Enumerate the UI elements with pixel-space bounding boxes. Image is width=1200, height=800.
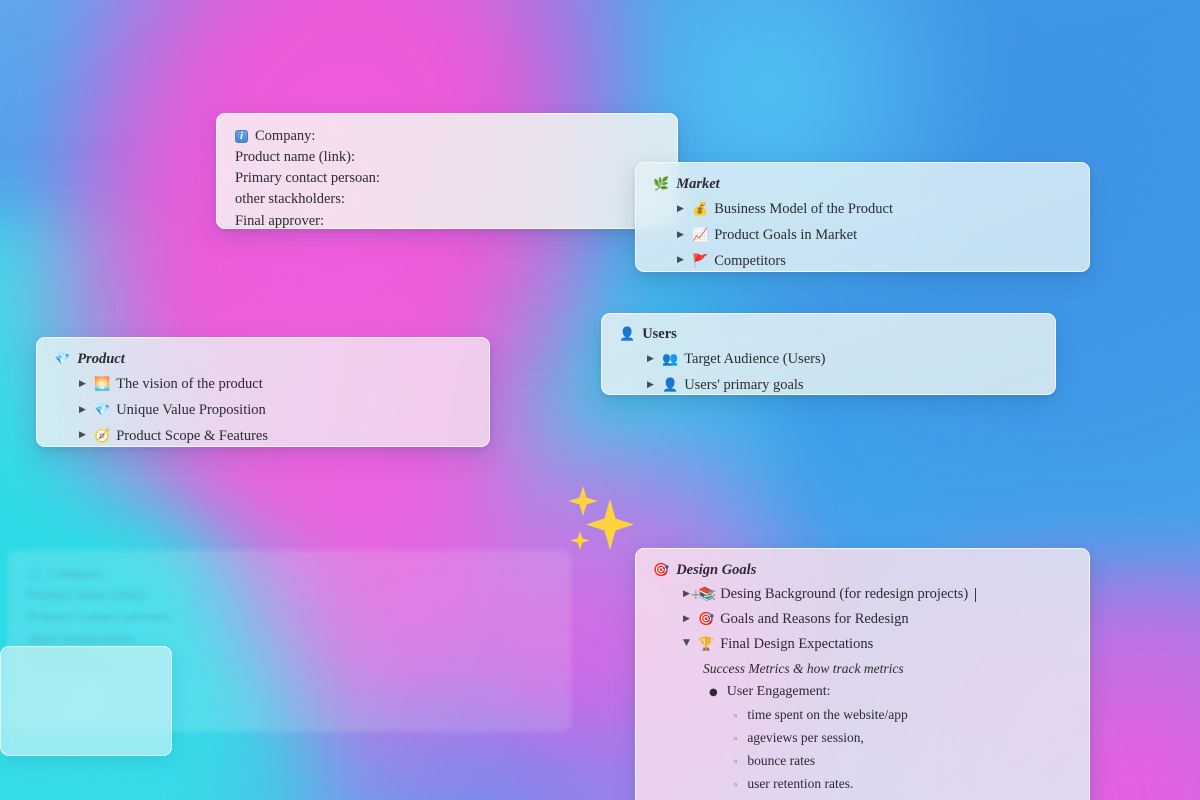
- hollow-bullet-icon: ◦: [733, 711, 739, 722]
- ghost-company-title-row: i Company:: [27, 565, 569, 583]
- gem-stone-icon: 💎: [54, 351, 71, 367]
- hollow-bullet-icon: ◦: [733, 757, 739, 768]
- company-line-stakeholders: other stackholders:: [235, 191, 345, 208]
- product-item-label: Unique Value Proposition: [116, 401, 266, 418]
- company-line-product-name: Product name (link):: [235, 148, 356, 165]
- bust-in-silhouette-icon: 👤: [662, 377, 679, 393]
- direct-hit-icon: 🎯: [653, 562, 670, 578]
- product-item-uvp[interactable]: ▶ 💎 Unique Value Proposition: [77, 401, 489, 420]
- bust-in-silhouette-icon: 👤: [619, 326, 636, 342]
- chevron-right-icon[interactable]: ▶: [645, 354, 656, 366]
- sparkles-icon: [568, 486, 634, 550]
- market-item-label: Business Model of the Product: [714, 201, 894, 218]
- chevron-right-icon[interactable]: ▶: [675, 255, 686, 267]
- users-item-target-audience[interactable]: ▶ 👥 Target Audience (Users): [645, 350, 1055, 369]
- chart-increasing-icon: 📈: [692, 227, 709, 243]
- company-line-final-approver: Final approver:: [235, 212, 324, 229]
- row-hover-controls: +: [690, 588, 715, 602]
- direct-hit-icon: 🎯: [698, 611, 715, 627]
- users-item-primary-goals[interactable]: ▶ 👤 Users' primary goals: [645, 376, 1055, 394]
- sunrise-icon: 🌅: [94, 377, 111, 393]
- triangular-flag-icon: 🚩: [692, 253, 709, 269]
- design-goals-item-goals-reasons[interactable]: ▶ 🎯 Goals and Reasons for Redesign: [681, 610, 1089, 629]
- users-item-label: Target Audience (Users): [684, 351, 826, 368]
- product-item-scope[interactable]: ▶ 🧭 Product Scope & Features: [77, 427, 489, 446]
- chevron-down-icon[interactable]: ▼: [681, 638, 692, 650]
- users-title: Users: [642, 326, 677, 342]
- bullet-icon: ●: [709, 686, 718, 698]
- ghost-company-line: Product name (link):: [27, 587, 148, 604]
- design-goals-item-label: Final Design Expectations: [720, 635, 874, 652]
- design-goals-title-row: 🎯 Design Goals: [653, 561, 1089, 579]
- market-item-label: Competitors: [714, 252, 786, 269]
- chevron-right-icon[interactable]: ▶: [645, 380, 656, 392]
- design-goals-subbullet-label: bounce rates: [747, 752, 816, 768]
- product-item-vision[interactable]: ▶ 🌅 The vision of the product: [77, 375, 489, 394]
- design-goals-subheading: Success Metrics & how track metrics: [703, 660, 904, 676]
- blank-placeholder-card[interactable]: [0, 646, 172, 756]
- design-goals-bullet: ● User Engagement:: [709, 684, 1089, 700]
- market-item-competitors[interactable]: ▶ 🚩 Competitors: [675, 252, 1089, 271]
- chevron-right-icon[interactable]: ▶: [675, 204, 686, 216]
- ghost-company-label: Company:: [47, 566, 108, 582]
- design-goals-item-final-expectations[interactable]: ▼ 🏆 Final Design Expectations: [681, 635, 1089, 654]
- design-goals-subbullet-label: time spent on the website/app: [747, 706, 908, 722]
- market-title-row: 🌿 Market: [653, 175, 1089, 193]
- chevron-right-icon[interactable]: ▶: [77, 430, 88, 442]
- information-source-icon: i: [27, 567, 40, 581]
- product-title: Product: [77, 351, 125, 367]
- company-title-row: i Company:: [235, 127, 677, 145]
- trophy-icon: 🏆: [698, 636, 715, 652]
- market-item-business-model[interactable]: ▶ 💰 Business Model of the Product: [675, 200, 1089, 219]
- company-card[interactable]: i Company: Product name (link): Primary …: [216, 113, 678, 229]
- design-goals-subbullet: ◦ bounce rates: [733, 753, 1089, 769]
- users-title-row: 👤 Users: [619, 325, 1055, 343]
- market-card[interactable]: 🌿 Market ▶ 💰 Business Model of the Produ…: [635, 162, 1090, 272]
- design-goals-subbullet-label: user retention rates.: [747, 775, 854, 791]
- moneybag-icon: 💰: [692, 202, 709, 218]
- product-item-label: Product Scope & Features: [116, 427, 269, 444]
- design-goals-item-label: Goals and Reasons for Redesign: [720, 610, 909, 627]
- market-item-product-goals[interactable]: ▶ 📈 Product Goals in Market: [675, 226, 1089, 245]
- design-goals-subbullet: ◦ time spent on the website/app: [733, 707, 1089, 723]
- company-label: Company:: [255, 128, 316, 144]
- ghost-company-line: Primary contact persoan:: [27, 608, 172, 625]
- design-goals-item-background[interactable]: + ▶ 📚 Desing Background (for redesign pr…: [681, 585, 1089, 604]
- design-goals-subbullet-label: ageviews per session,: [747, 729, 864, 745]
- product-card[interactable]: 💎 Product ▶ 🌅 The vision of the product …: [36, 337, 490, 447]
- design-goals-card[interactable]: 🎯 Design Goals + ▶ 📚 Desing Background (…: [635, 548, 1090, 800]
- chevron-right-icon[interactable]: ▶: [681, 614, 692, 626]
- add-block-icon[interactable]: +: [690, 588, 702, 602]
- users-item-label: Users' primary goals: [684, 376, 804, 393]
- gem-stone-icon: 💎: [94, 402, 111, 418]
- design-goals-subbullet: ◦ ageviews per session,: [733, 730, 1089, 746]
- herb-icon: 🌿: [653, 176, 670, 192]
- market-title: Market: [676, 176, 720, 192]
- chevron-right-icon[interactable]: ▶: [77, 379, 88, 391]
- chevron-right-icon[interactable]: ▶: [675, 230, 686, 242]
- users-card[interactable]: 👤 Users ▶ 👥 Target Audience (Users) ▶ 👤 …: [601, 313, 1056, 395]
- design-goals-bullet-label: User Engagement:: [726, 683, 831, 699]
- drag-handle-icon[interactable]: [708, 589, 715, 600]
- chevron-right-icon[interactable]: ▶: [77, 405, 88, 417]
- company-line-primary-contact: Primary contact persoan:: [235, 169, 380, 186]
- design-goals-title: Design Goals: [676, 562, 757, 578]
- market-item-label: Product Goals in Market: [714, 226, 858, 243]
- compass-icon: 🧭: [94, 428, 111, 444]
- information-source-icon: i: [235, 129, 248, 143]
- design-goals-item-label: Desing Background (for redesign projects…: [720, 586, 969, 603]
- product-item-label: The vision of the product: [116, 376, 263, 393]
- busts-in-silhouette-icon: 👥: [662, 352, 679, 368]
- hollow-bullet-icon: ◦: [733, 734, 739, 745]
- text-cursor: [975, 587, 977, 602]
- hollow-bullet-icon: ◦: [733, 780, 739, 791]
- design-goals-subbullet: ◦ user retention rates.: [733, 776, 1089, 792]
- product-title-row: 💎 Product: [54, 350, 489, 368]
